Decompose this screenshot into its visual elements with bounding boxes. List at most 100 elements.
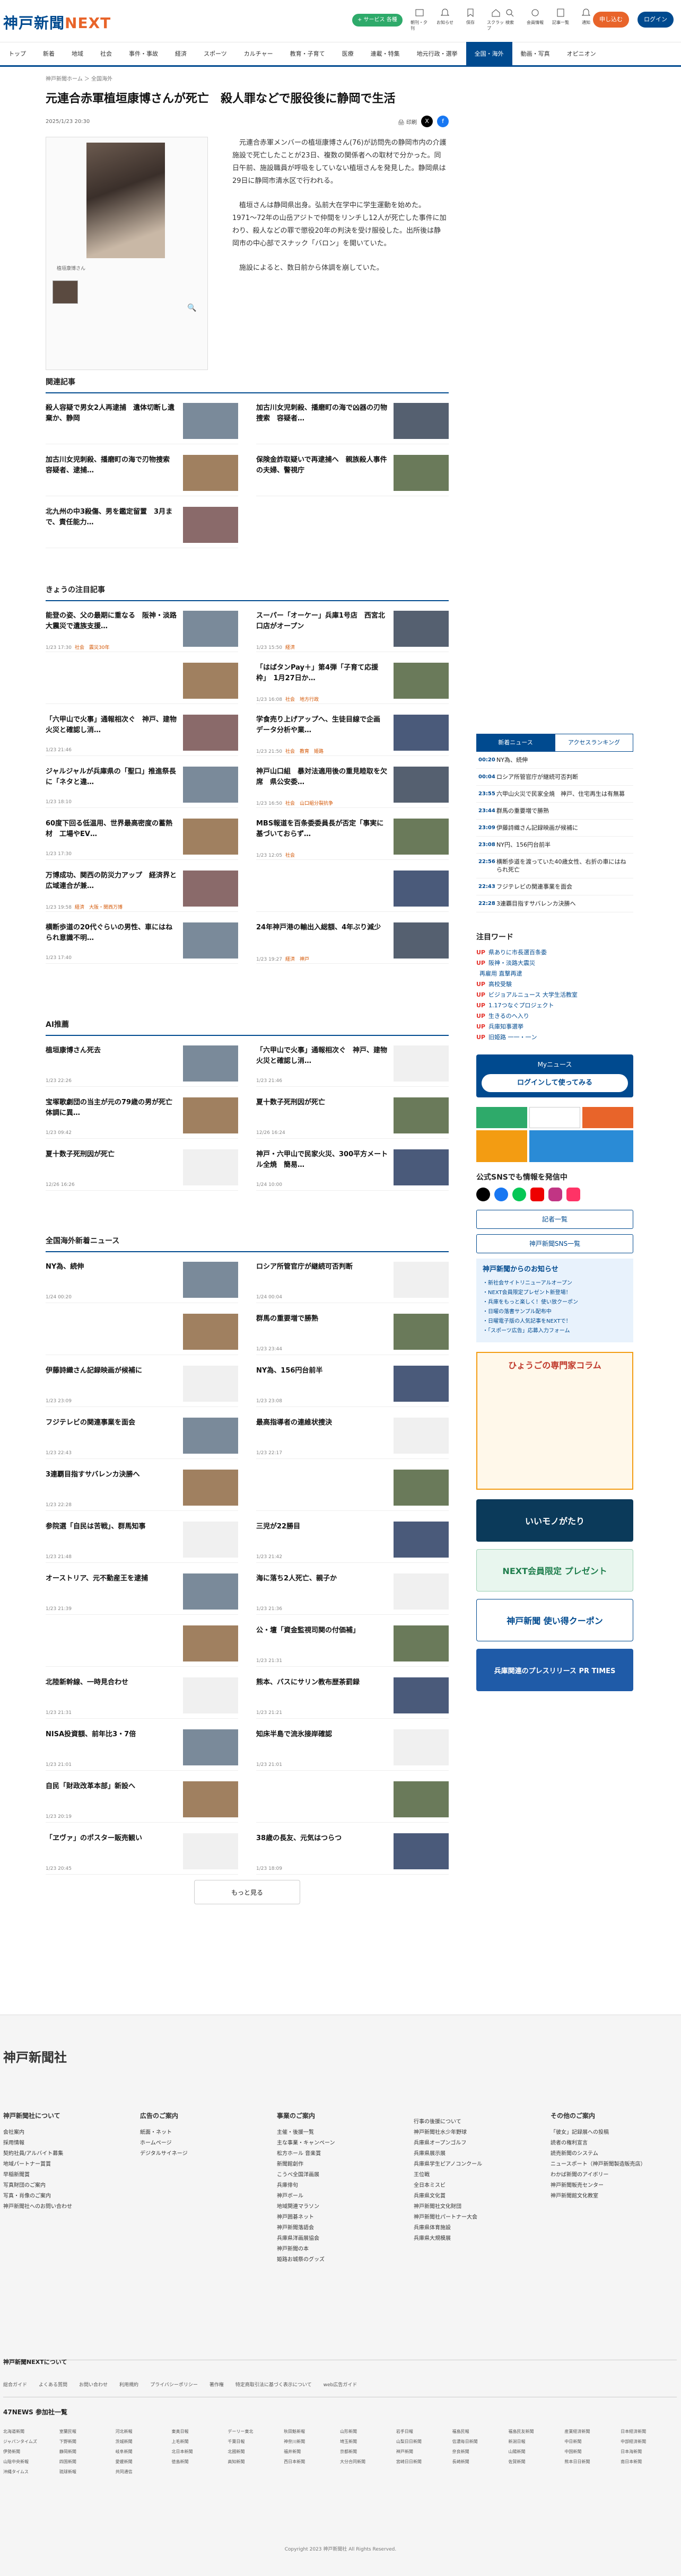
footer-link[interactable]: 読者の権利宣言 <box>551 2138 646 2149</box>
news-thumbnail[interactable] <box>183 1314 238 1350</box>
footer-link[interactable]: 全日本ミスビ <box>414 2181 482 2191</box>
focus-word[interactable]: UP 旧姫路 一一・一ン <box>476 1032 633 1043</box>
service-button[interactable]: + サービス 各種 <box>352 14 403 27</box>
news-item[interactable]: ジャルジャルが兵庫県の「聖口」推進祭長に「ネタと違… 1/23 18:10 <box>46 767 238 808</box>
news-thumbnail[interactable] <box>394 819 449 855</box>
footer-link[interactable]: 兵庫県体育施設 <box>414 2223 482 2234</box>
tab-ranking[interactable]: アクセスランキング <box>555 734 633 751</box>
news-item[interactable]: NY為、続伸 1/24 00:20 <box>46 1262 238 1303</box>
partner-paper-link[interactable]: 秋田魁新報 <box>284 2429 340 2434</box>
partner-paper-link[interactable]: 共同通信 <box>116 2469 172 2475</box>
footer-link[interactable]: 兵庫俳句 <box>277 2181 335 2191</box>
footer-link[interactable]: ホームページ <box>140 2138 188 2149</box>
partner-paper-link[interactable]: 神戸新聞 <box>396 2449 452 2455</box>
partner-paper-link[interactable]: 産業経済新聞 <box>564 2429 621 2434</box>
news-item[interactable]: 「六甲山で火事」通報相次ぐ 神戸、建物火災と確認し消… 1/23 21:46 <box>46 715 238 756</box>
news-thumbnail[interactable] <box>394 715 449 751</box>
news-item[interactable]: NISA投資額、前年比3・7倍 1/23 21:01 <box>46 1729 238 1771</box>
instagram-icon[interactable] <box>548 1188 562 1201</box>
nav-item[interactable]: 社会 <box>92 42 120 66</box>
news-thumbnail[interactable] <box>183 1366 238 1402</box>
news-thumbnail[interactable] <box>183 507 238 543</box>
partner-paper-link[interactable]: 神奈川新聞 <box>284 2439 340 2445</box>
footer-link[interactable]: 神戸新聞社文化財団 <box>414 2202 482 2212</box>
nav-item[interactable]: 地域 <box>63 42 92 66</box>
nav-item[interactable]: 新着 <box>34 42 63 66</box>
news-item[interactable] <box>256 1470 449 1511</box>
partner-paper-link[interactable]: 埼玉新聞 <box>340 2439 396 2445</box>
header-icon-morning[interactable]: 朝刊・夕刊 <box>411 7 429 31</box>
youtube-icon[interactable] <box>530 1188 544 1201</box>
news-thumbnail[interactable] <box>394 1522 449 1558</box>
partner-paper-link[interactable]: 高知新聞 <box>228 2459 284 2465</box>
news-item[interactable]: 熊本、バスにサリン教布歴茶罰録 1/23 21:21 <box>256 1677 449 1719</box>
news-thumbnail[interactable] <box>183 403 238 439</box>
focus-word[interactable]: UP 1.17つなぐプロジェクト <box>476 1000 633 1011</box>
news-thumbnail[interactable] <box>183 455 238 491</box>
footer-link[interactable]: 会社案内 <box>3 2127 72 2138</box>
news-thumbnail[interactable] <box>183 1418 238 1454</box>
nav-item[interactable]: カルチャー <box>235 42 282 66</box>
footer-link[interactable]: 王位戦 <box>414 2170 482 2181</box>
latest-item[interactable]: 23:08 NY円、156円台前半 <box>476 837 633 854</box>
footer-link[interactable]: 兵庫県オープンゴルフ <box>414 2138 482 2149</box>
news-thumbnail[interactable] <box>183 1045 238 1082</box>
footer-link[interactable]: 主催・後援一覧 <box>277 2127 335 2138</box>
news-thumbnail[interactable] <box>394 922 449 959</box>
news-thumbnail[interactable] <box>183 922 238 959</box>
footer-link[interactable]: わかば新聞のアイボリー <box>551 2170 646 2181</box>
header-icon-list[interactable]: 記事一覧 <box>552 7 570 25</box>
news-item[interactable]: 殺人容疑で男女2人再逮捕 遺体切断し遺棄か、静岡 <box>46 403 238 444</box>
footer-link[interactable]: 新聞館創作 <box>277 2159 335 2170</box>
footer-link[interactable]: 神戸新聞社水少年野球 <box>414 2127 482 2138</box>
news-item[interactable]: 能登の姿、父の最期に重なる 阪神・淡路大震災で遺族支援… 1/23 17:30 社会… <box>46 611 238 652</box>
footer-link[interactable]: デジタルサイネージ <box>140 2149 188 2159</box>
footer-link[interactable]: お問い合わせ <box>79 2381 108 2388</box>
partner-paper-link[interactable]: 中部経済新聞 <box>621 2439 677 2445</box>
news-item[interactable]: フジテレビの関連事業を面会 1/23 22:43 <box>46 1418 238 1459</box>
partner-paper-link[interactable]: 河北新報 <box>116 2429 172 2434</box>
reporter-list-button[interactable]: 記者一覧 <box>476 1210 633 1229</box>
sns-list-button[interactable]: 神戸新聞SNS一覧 <box>476 1234 633 1253</box>
news-item[interactable]: 「ヱヴァ」のポスター販売観い 1/23 20:45 <box>46 1833 238 1875</box>
partner-paper-link[interactable]: 岐阜新聞 <box>116 2449 172 2455</box>
footer-link[interactable]: 利用規約 <box>119 2381 138 2388</box>
partner-paper-link[interactable]: 大分合同新聞 <box>340 2459 396 2465</box>
header-icon-search[interactable]: 検索 <box>501 7 519 25</box>
footer-link[interactable]: 著作権 <box>209 2381 224 2388</box>
news-thumbnail[interactable] <box>394 663 449 699</box>
footer-link[interactable]: 兵庫県展示展 <box>414 2149 482 2159</box>
latest-item[interactable]: 23:55 六甲山火災で民家全焼 神戸、住宅再生は有無募 <box>476 786 633 803</box>
news-item[interactable]: 神戸・六甲山で民家火災、300平方メートル全焼 簡易… 1/24 10:00 <box>256 1149 449 1191</box>
nav-item[interactable]: 医療 <box>334 42 362 66</box>
partner-paper-link[interactable]: デーリー東北 <box>228 2429 284 2434</box>
banner-prtimes[interactable]: 兵庫関連のプレスリリース PR TIMES <box>476 1649 633 1691</box>
partner-paper-link[interactable]: 京都新聞 <box>340 2449 396 2455</box>
news-thumbnail[interactable] <box>394 1573 449 1610</box>
news-item[interactable]: 三児が22勝目 1/23 21:42 <box>256 1522 449 1563</box>
partner-paper-link[interactable]: 伊勢新聞 <box>3 2449 59 2455</box>
footer-link[interactable]: 主な事業・キャンペーン <box>277 2138 335 2149</box>
footer-link[interactable]: 神戸新聞販売センター <box>551 2181 646 2191</box>
footer-link[interactable]: 契約社員/アルバイト募集 <box>3 2149 72 2159</box>
news-item[interactable]: NY為、156円台前半 1/23 23:08 <box>256 1366 449 1407</box>
news-item[interactable]: スーパー「オーケー」兵庫1号店 西宮北口店がオープン 1/23 15:50 経済 <box>256 611 449 652</box>
news-item[interactable]: MBS報道を百条委委員長が否定「事実に基づいておらず… 1/23 12:05 社会 <box>256 819 449 860</box>
partner-paper-link[interactable]: 日本海新聞 <box>621 2449 677 2455</box>
news-thumbnail[interactable] <box>183 1522 238 1558</box>
news-item[interactable] <box>256 871 449 912</box>
footer-link[interactable]: 神戸新聞館文化教室 <box>551 2191 646 2202</box>
nav-item[interactable]: 動画・写真 <box>512 42 558 66</box>
nav-item[interactable]: トップ <box>0 42 34 66</box>
partner-paper-link[interactable]: 北海道新聞 <box>3 2429 59 2434</box>
news-item[interactable]: 群馬の重要増で勝熟 1/23 23:44 <box>256 1314 449 1355</box>
footer-link[interactable]: 神戸新聞社パートナー大会 <box>414 2212 482 2223</box>
partner-paper-link[interactable]: 山形新聞 <box>340 2429 396 2434</box>
news-thumbnail[interactable] <box>183 819 238 855</box>
news-thumbnail[interactable] <box>394 1470 449 1506</box>
news-thumbnail[interactable] <box>183 1470 238 1506</box>
footer-link[interactable]: 地域パートナー賞賞 <box>3 2159 72 2170</box>
news-thumbnail[interactable] <box>183 1097 238 1133</box>
news-thumbnail[interactable] <box>183 1262 238 1298</box>
login-button[interactable]: ログイン <box>638 12 674 28</box>
